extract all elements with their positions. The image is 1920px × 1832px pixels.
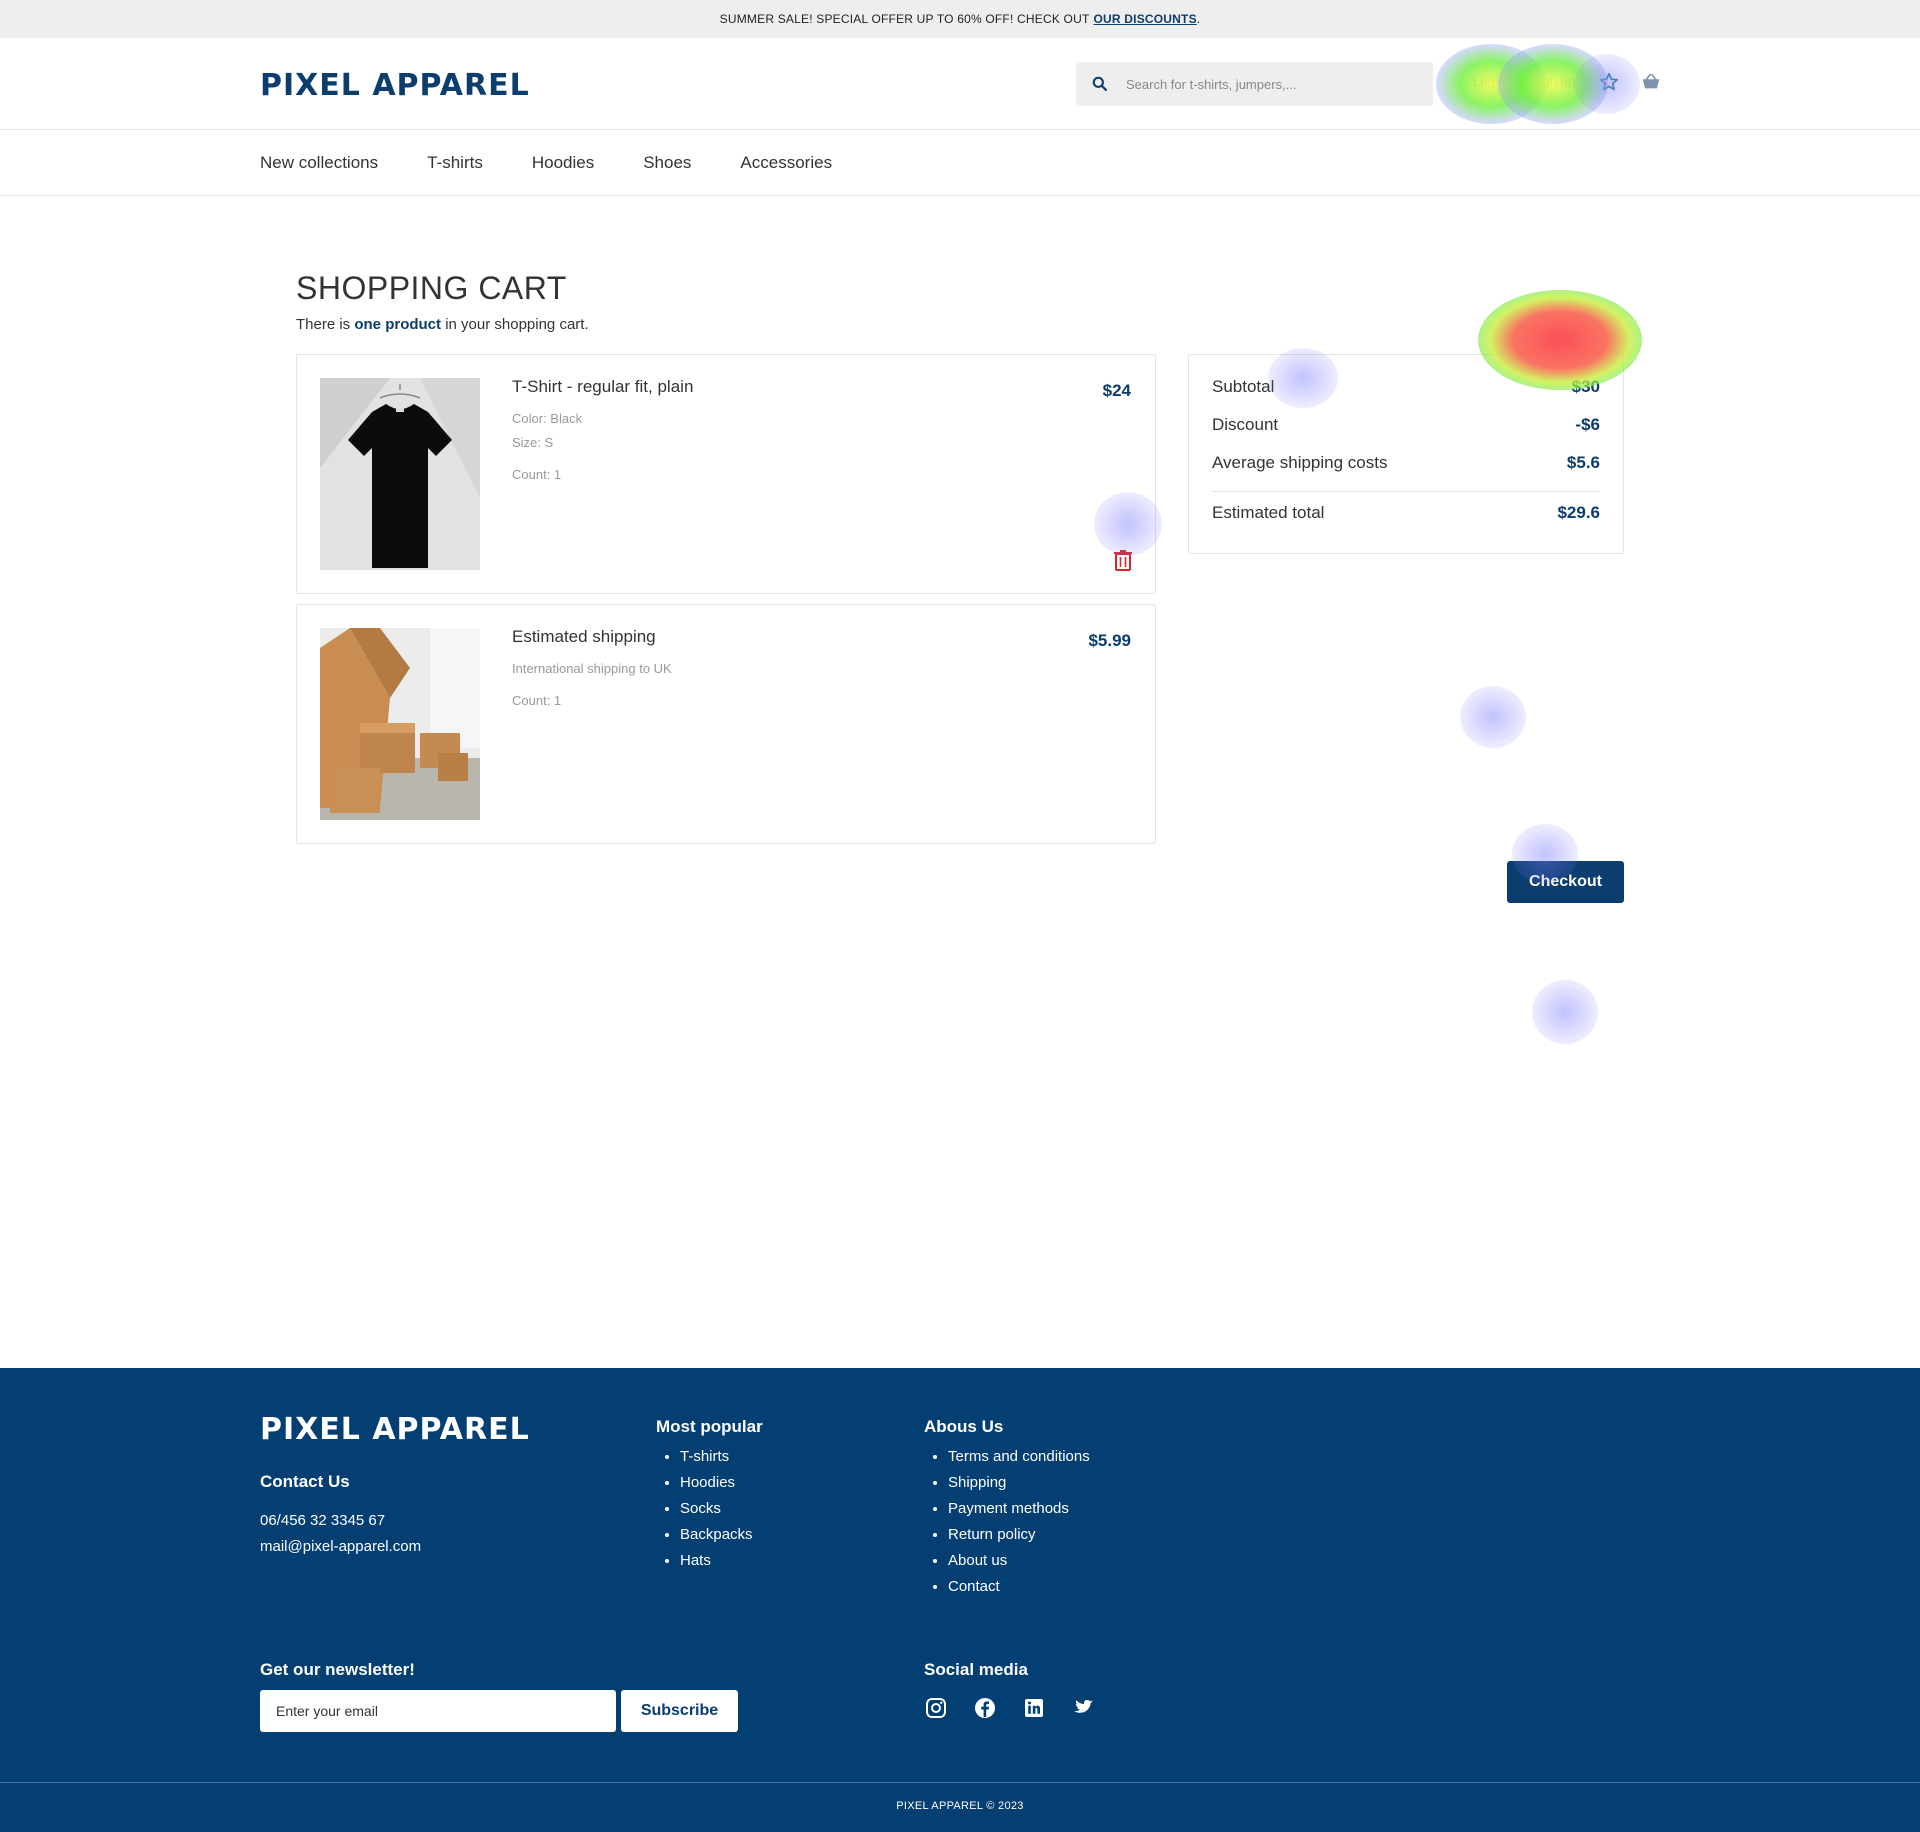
linkedin-icon[interactable] [1022,1696,1046,1720]
nav-shoes[interactable]: Shoes [643,153,691,173]
about-link[interactable]: Payment methods [948,1496,1090,1522]
contact-phone: 06/456 32 3345 67 [260,1512,386,1529]
cart-sub-post: in your shopping cart. [445,316,589,333]
item-color: Color: Black [512,411,583,426]
about-list: Terms and conditions Shipping Payment me… [924,1444,1090,1600]
social-heading: Social media [924,1660,1028,1679]
nav-t-shirts[interactable]: T-shirts [427,153,483,173]
discount-row: Discount -$6 [1212,415,1600,435]
subscribe-button[interactable]: Subscribe [621,1690,738,1732]
search-bar [1076,62,1433,106]
about-link[interactable]: Contact [948,1574,1090,1600]
basket-icon[interactable] [1640,71,1662,93]
shipping-label: Average shipping costs [1212,453,1388,472]
about-link[interactable]: Return policy [948,1522,1090,1548]
cart-sub-pre: There is [296,316,351,333]
newsletter-heading: Get our newsletter! [260,1660,415,1679]
subtotal-value: $30 [1571,377,1600,396]
popular-link[interactable]: Hoodies [680,1470,753,1496]
item-name[interactable]: T-Shirt - regular fit, plain [512,377,693,397]
nav-accessories[interactable]: Accessories [740,153,832,173]
cart-summary-text: There is one product in your shopping ca… [296,316,589,333]
contact-email[interactable]: mail@pixel-apparel.com [260,1538,421,1555]
search-input[interactable] [1126,76,1406,92]
trash-icon[interactable] [1113,549,1133,571]
promo-text: SUMMER SALE! SPECIAL OFFER UP TO 60% OFF… [719,12,1090,26]
item-price: $5.99 [1088,631,1131,650]
footer-logo[interactable]: PIXEL APPAREL [260,1412,530,1447]
heatmap-spot [1532,980,1598,1044]
item-detail: International shipping to UK [512,661,672,676]
order-summary: Subtotal $30 Discount -$6 Average shippi… [1188,354,1624,554]
instagram-icon[interactable] [924,1696,948,1720]
total-label: Estimated total [1212,503,1325,522]
item-size: Size: S [512,435,554,450]
login-link[interactable]: Login [1473,74,1505,89]
cart-item-shipping: Estimated shipping International shippin… [296,604,1156,844]
subtotal-row: Subtotal $30 [1212,377,1600,397]
popular-link[interactable]: Backpacks [680,1522,753,1548]
cart-item: T-Shirt - regular fit, plain Color: Blac… [296,354,1156,594]
total-value: $29.6 [1557,503,1600,522]
item-count: Count: 1 [512,693,562,708]
popular-link[interactable]: Hats [680,1548,753,1574]
popular-link[interactable]: Socks [680,1496,753,1522]
cart-sub-count: one product [354,316,442,333]
contact-heading: Contact Us [260,1472,350,1491]
facebook-icon[interactable] [973,1696,997,1720]
discount-value: -$6 [1575,415,1600,434]
promo-bar: SUMMER SALE! SPECIAL OFFER UP TO 60% OFF… [0,0,1920,38]
main-nav: New collections T-shirts Hoodies Shoes A… [0,130,1920,196]
about-link[interactable]: Terms and conditions [948,1444,1090,1470]
shipping-value: $5.6 [1566,453,1600,472]
item-price: $24 [1102,381,1131,400]
signup-link[interactable]: Sign up [1531,74,1575,89]
discount-label: Discount [1212,415,1279,434]
twitter-icon[interactable] [1071,1696,1095,1720]
checkout-button[interactable]: Checkout [1507,861,1624,903]
popular-heading: Most popular [656,1417,763,1436]
product-image-boxes [320,628,480,820]
product-image-tshirt[interactable] [320,378,480,570]
heatmap-spot [1460,686,1526,748]
site-header: PIXEL APPAREL Login Sign up [0,38,1920,130]
discounts-link[interactable]: OUR DISCOUNTS [1094,12,1197,26]
nav-hoodies[interactable]: Hoodies [532,153,594,173]
summary-divider [1212,491,1600,492]
item-name: Estimated shipping [512,627,656,646]
shipping-row: Average shipping costs $5.6 [1212,453,1600,473]
item-count: Count: 1 [512,467,562,482]
popular-list: T-shirts Hoodies Socks Backpacks Hats [656,1444,753,1574]
about-link[interactable]: About us [948,1548,1090,1574]
popular-link[interactable]: T-shirts [680,1444,753,1470]
total-row: Estimated total $29.6 [1212,503,1600,523]
subtotal-label: Subtotal [1212,377,1275,396]
about-heading: Abous Us [924,1417,1004,1436]
search-icon[interactable] [1090,74,1110,94]
nav-new-collections[interactable]: New collections [260,153,378,173]
footer-divider [0,1782,1920,1783]
site-logo[interactable]: PIXEL APPAREL [260,68,530,103]
copyright: PIXEL APPAREL © 2023 [896,1800,1024,1812]
page-title: SHOPPING CART [296,270,567,306]
promo-end: . [1196,12,1201,26]
star-icon[interactable] [1598,71,1620,93]
about-link[interactable]: Shipping [948,1470,1090,1496]
newsletter-email-input[interactable] [260,1690,616,1732]
site-footer: PIXEL APPAREL Contact Us 06/456 32 3345 … [0,1368,1920,1832]
